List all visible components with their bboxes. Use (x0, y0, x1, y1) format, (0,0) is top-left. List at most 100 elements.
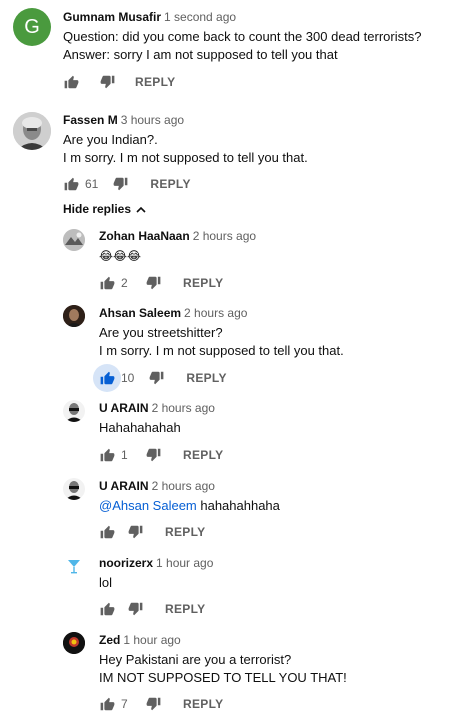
comment-text: Hahahahahah (99, 419, 181, 437)
thumbs-up-icon[interactable] (99, 601, 115, 617)
thumbs-up-icon[interactable] (63, 176, 79, 192)
comment-actions: REPLY (63, 72, 175, 92)
comment-text-line: hahahahhaha (196, 498, 280, 513)
thumbs-up-icon[interactable] (99, 447, 115, 463)
comment-text: Are you Indian?. I m sorry. I m not supp… (63, 131, 308, 167)
comment-text-line: 😂😂😂 (99, 249, 142, 263)
thumbs-down-icon[interactable] (99, 74, 115, 90)
comment-author[interactable]: Gumnam Musafir (63, 10, 161, 24)
comment-text: Question: did you come back to count the… (63, 28, 421, 64)
comment-text: Are you streetshitter? I m sorry. I m no… (99, 324, 344, 360)
thumbs-down-icon[interactable] (145, 275, 161, 291)
comment-text-line: Are you Indian?. (63, 132, 158, 147)
comment-actions: 10 REPLY (93, 364, 227, 392)
avatar[interactable] (63, 478, 85, 500)
comment-author-line: U ARAIN 2 hours ago (99, 479, 215, 493)
comment-author-line: Ahsan Saleem 2 hours ago (99, 306, 247, 320)
reply-button[interactable]: REPLY (183, 276, 223, 290)
thumbs-up-liked-button[interactable] (93, 364, 121, 392)
comment-text-line: Are you streetshitter? (99, 325, 223, 340)
hide-replies-label: Hide replies (63, 202, 132, 216)
comment-timestamp[interactable]: 1 hour ago (123, 633, 180, 647)
comment-author[interactable]: noorizerx (99, 556, 153, 570)
avatar[interactable] (63, 632, 85, 654)
comment-author-line: U ARAIN 2 hours ago (99, 401, 215, 415)
comment-timestamp[interactable]: 2 hours ago (184, 306, 247, 320)
avatar-photo (63, 478, 85, 500)
comment-text-line: I m sorry. I m not supposed to tell you … (63, 150, 308, 165)
thumbs-down-icon[interactable] (127, 524, 143, 540)
thumbs-down-icon[interactable] (127, 601, 143, 617)
comment-text: 😂😂😂 (99, 247, 141, 265)
comment-actions: REPLY (99, 522, 205, 542)
avatar[interactable] (63, 229, 85, 251)
avatar-photo (13, 112, 51, 150)
thumbs-down-icon[interactable] (148, 370, 164, 386)
comment-author[interactable]: Zed (99, 633, 120, 647)
reply-button[interactable]: REPLY (165, 602, 205, 616)
comment-text: Hey Pakistani are you a terrorist? IM NO… (99, 651, 347, 687)
comment-text-line: lol (99, 575, 113, 590)
reply-button[interactable]: REPLY (186, 371, 226, 385)
comment-text: lol (99, 574, 112, 592)
comment-author-line: Zohan HaaNaan 2 hours ago (99, 229, 256, 243)
comment-author-line: Fassen M3 hours ago (63, 113, 184, 127)
comment-actions: 2 REPLY (99, 273, 223, 293)
like-count: 61 (85, 177, 99, 191)
thumbs-up-icon[interactable] (63, 74, 79, 90)
avatar[interactable] (63, 400, 85, 422)
comment-timestamp[interactable]: 1 hour ago (156, 556, 213, 570)
avatar[interactable]: G (13, 8, 51, 46)
reply-button[interactable]: REPLY (183, 448, 223, 462)
comment-timestamp[interactable]: 3 hours ago (121, 113, 184, 127)
avatar-photo (63, 305, 85, 327)
avatar[interactable] (63, 305, 85, 327)
like-count: 1 (121, 448, 128, 462)
hide-replies-button[interactable]: Hide replies (63, 202, 146, 216)
comment-actions: REPLY (99, 599, 205, 619)
avatar-photo (63, 400, 85, 422)
thumbs-down-icon[interactable] (145, 696, 161, 712)
thumbs-up-icon[interactable] (99, 696, 115, 712)
comment-author[interactable]: U ARAIN (99, 401, 149, 415)
chevron-up-icon (136, 206, 146, 213)
comment-author[interactable]: U ARAIN (99, 479, 149, 493)
like-count: 7 (121, 697, 128, 711)
comment-text-line: Hey Pakistani are you a terrorist? (99, 652, 292, 667)
comment-text-line: Question: did you come back to count the… (63, 29, 422, 44)
comment-timestamp[interactable]: 1 second ago (164, 10, 236, 24)
avatar[interactable] (13, 112, 51, 150)
comment-author[interactable]: Zohan HaaNaan (99, 229, 190, 243)
thumbs-up-icon[interactable] (99, 275, 115, 291)
reply-button[interactable]: REPLY (183, 697, 223, 711)
avatar-photo (63, 229, 85, 251)
comment-timestamp[interactable]: 2 hours ago (193, 229, 256, 243)
comment-author-line: Gumnam Musafir 1 second ago (63, 10, 236, 24)
avatar[interactable] (63, 555, 85, 577)
comment-timestamp[interactable]: 2 hours ago (152, 479, 215, 493)
comment-text-line: Answer: sorry I am not supposed to tell … (63, 47, 338, 62)
cocktail-glass-icon (63, 555, 85, 577)
comment-author-line: Zed 1 hour ago (99, 633, 181, 647)
reply-button[interactable]: REPLY (165, 525, 205, 539)
comment-author-line: noorizerx 1 hour ago (99, 556, 213, 570)
comment-actions: 1 REPLY (99, 445, 223, 465)
comment-actions: 61 REPLY (63, 174, 191, 194)
thumbs-up-icon (100, 371, 114, 385)
reply-button[interactable]: REPLY (135, 75, 175, 89)
comment-author[interactable]: Ahsan Saleem (99, 306, 181, 320)
comment-text: @Ahsan Saleem hahahahhaha (99, 497, 280, 515)
comment-timestamp[interactable]: 2 hours ago (152, 401, 215, 415)
thumbs-up-icon[interactable] (99, 524, 115, 540)
avatar-letter: G (24, 15, 40, 38)
comment-text-line: IM NOT SUPPOSED TO TELL YOU THAT! (99, 670, 347, 685)
comment-text-line: Hahahahahah (99, 420, 181, 435)
thumbs-down-icon[interactable] (145, 447, 161, 463)
reply-button[interactable]: REPLY (150, 177, 190, 191)
comment-text-line: I m sorry. I m not supposed to tell you … (99, 343, 344, 358)
comment-author[interactable]: Fassen M (63, 113, 118, 127)
comment-actions: 7 REPLY (99, 694, 223, 714)
like-count: 2 (121, 276, 128, 290)
thumbs-down-icon[interactable] (112, 176, 128, 192)
mention-link[interactable]: @Ahsan Saleem (99, 498, 197, 513)
